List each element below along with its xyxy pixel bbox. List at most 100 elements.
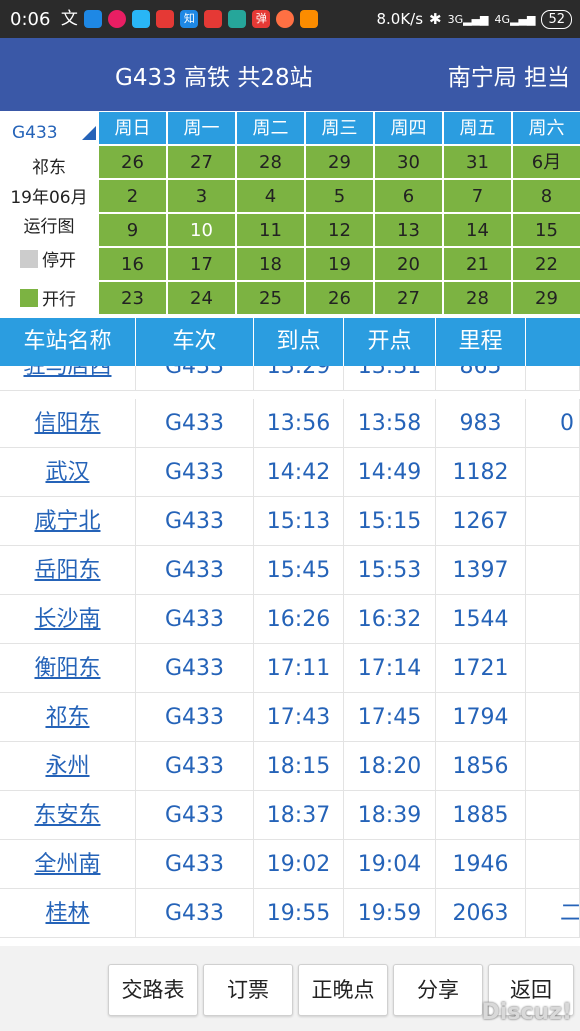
arrive-cell: 17:11 [254,644,344,692]
calendar-day[interactable]: 26 [98,145,167,179]
calendar-day[interactable]: 13 [374,213,443,247]
train-cell: G433 [136,546,254,594]
train-selector[interactable]: G433 [12,123,96,143]
share-button[interactable]: 分享 [393,964,483,1016]
punctuality-button[interactable]: 正晚点 [298,964,388,1016]
depart-cell: 19:04 [344,840,436,888]
weekday-header: 周四 [374,111,443,145]
calendar-day[interactable]: 26 [305,281,374,315]
station-link[interactable]: 咸宁北 [0,497,136,545]
depart-cell: 19:59 [344,889,436,937]
legend-run-label: 开行 [42,290,76,310]
calendar-day[interactable]: 7 [443,179,512,213]
calendar-day[interactable]: 19 [305,247,374,281]
calendar-day[interactable]: 2 [98,179,167,213]
depart-cell: 18:39 [344,791,436,839]
station-link[interactable]: 武汉 [0,448,136,496]
calendar-day[interactable]: 6 [374,179,443,213]
train-cell: G433 [136,497,254,545]
arrive-cell: 14:42 [254,448,344,496]
table-row: 祁东 G433 17:43 17:45 1794 [0,693,580,742]
km-cell: 1856 [436,742,526,790]
extra-cell: 0 [526,399,580,447]
calendar-day[interactable]: 4 [236,179,305,213]
km-cell: 1946 [436,840,526,888]
legend-run-swatch [20,288,38,307]
calendar-day[interactable]: 18 [236,247,305,281]
extra-cell [526,693,580,741]
battery-icon: 52 [541,9,572,29]
calendar-day[interactable]: 28 [236,145,305,179]
station-link[interactable]: 岳阳东 [0,546,136,594]
depart-cell: 18:20 [344,742,436,790]
weekday-header: 周五 [443,111,512,145]
calendar-day[interactable]: 23 [98,281,167,315]
calendar-day[interactable]: 27 [167,145,236,179]
calendar-day-today[interactable]: 10 [167,213,236,247]
app-icon-red [156,10,175,28]
km-cell: 2063 [436,889,526,937]
page-title: G433 高铁 共28站 [115,65,313,91]
legend-stop: 停开 [20,246,76,271]
table-row: 全州南 G433 19:02 19:04 1946 [0,840,580,889]
calendar-day[interactable]: 25 [236,281,305,315]
calendar-day[interactable]: 17 [167,247,236,281]
train-cell: G433 [136,595,254,643]
calendar-day[interactable]: 29 [512,281,580,315]
signal-3g-label: 3G [447,12,464,26]
book-ticket-button[interactable]: 订票 [203,964,293,1016]
station-link[interactable]: 衡阳东 [0,644,136,692]
station-link[interactable]: 全州南 [0,840,136,888]
calendar-day[interactable]: 16 [98,247,167,281]
table-row: 武汉 G433 14:42 14:49 1182 [0,448,580,497]
depart-cell: 15:15 [344,497,436,545]
calendar-day[interactable]: 6月 [512,145,580,179]
station-link[interactable]: 长沙南 [0,595,136,643]
station-link[interactable]: 驻马店西 [0,366,136,390]
arrive-cell: 15:13 [254,497,344,545]
table-row: 桂林 G433 19:55 19:59 2063 二 [0,889,580,938]
calendar-day[interactable]: 30 [374,145,443,179]
routing-table-button[interactable]: 交路表 [108,964,198,1016]
dropdown-triangle-icon [82,126,96,140]
legend-run: 开行 [20,285,76,310]
km-cell: 1721 [436,644,526,692]
extra-cell [526,595,580,643]
calendar-day[interactable]: 31 [443,145,512,179]
calendar-day[interactable]: 24 [167,281,236,315]
calendar-day[interactable]: 3 [167,179,236,213]
calendar-day[interactable]: 9 [98,213,167,247]
calendar-day[interactable]: 27 [374,281,443,315]
train-cell: G433 [136,366,254,390]
calendar-day[interactable]: 28 [443,281,512,315]
calendar-day[interactable]: 21 [443,247,512,281]
station-link[interactable]: 桂林 [0,889,136,937]
station-table[interactable]: 驻马店西 G433 13:29 13:31 865 信阳东 G433 13:56… [0,366,580,946]
title-bar: G433 高铁 共28站 南宁局 担当 [0,38,580,111]
station-link[interactable]: 祁东 [0,693,136,741]
calendar-month: 19年06月 [10,188,88,208]
km-cell: 1182 [436,448,526,496]
station-link[interactable]: 永州 [0,742,136,790]
calendar-day[interactable]: 14 [443,213,512,247]
calendar-day[interactable]: 5 [305,179,374,213]
station-link[interactable]: 东安东 [0,791,136,839]
arrive-cell: 17:43 [254,693,344,741]
km-cell: 983 [436,399,526,447]
train-cell: G433 [136,693,254,741]
calendar-day[interactable]: 20 [374,247,443,281]
calendar-day[interactable]: 12 [305,213,374,247]
calendar-day[interactable]: 29 [305,145,374,179]
depart-cell: 16:32 [344,595,436,643]
calendar-day[interactable]: 8 [512,179,580,213]
calendar-day[interactable]: 22 [512,247,580,281]
app-icon-red2 [204,10,223,28]
station-link[interactable]: 信阳东 [0,399,136,447]
col-arrive: 到点 [254,318,344,366]
depart-cell: 13:58 [344,399,436,447]
weekday-header: 周六 [512,111,580,145]
calendar-day[interactable]: 11 [236,213,305,247]
arrive-cell: 13:56 [254,399,344,447]
calendar-day[interactable]: 15 [512,213,580,247]
app-icon-pink [108,10,127,28]
